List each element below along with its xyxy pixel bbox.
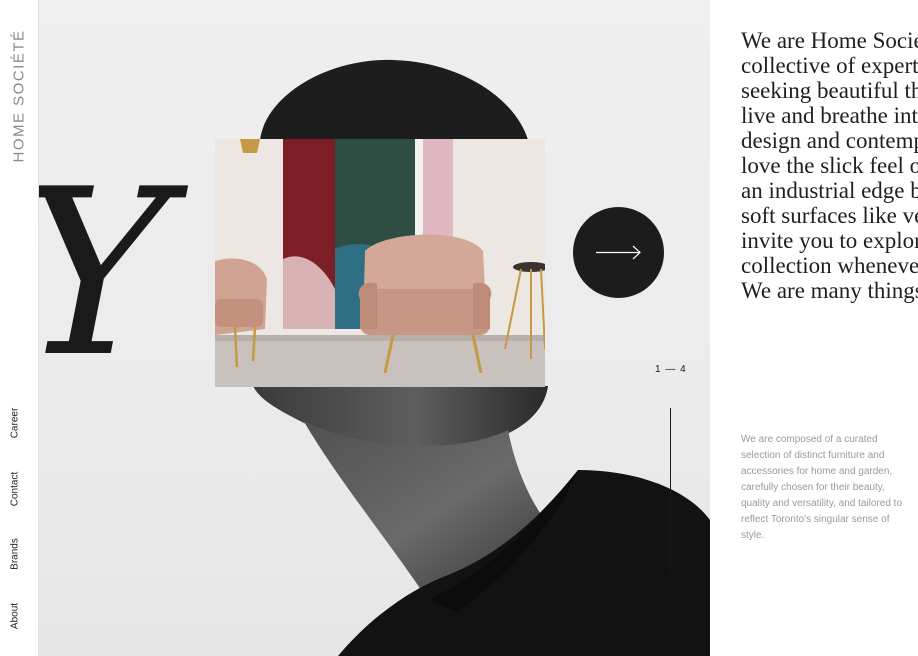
arrow-right-icon <box>596 245 641 260</box>
nav-item-brands[interactable]: Brands <box>10 538 21 570</box>
furniture-photo <box>215 139 545 387</box>
nav-item-career[interactable]: Career <box>10 408 21 439</box>
brand-logo[interactable]: HOME SOCIÉTÉ <box>11 29 28 162</box>
page: HOME SOCIÉTÉ Career Contact Brands About… <box>0 0 918 656</box>
intro-text: We are Home Société, a collective of exp… <box>741 28 918 303</box>
slide-pager: 1 — 4 <box>655 364 687 375</box>
hero-section: Y <box>38 0 710 656</box>
nav-item-about[interactable]: About <box>10 603 21 629</box>
description-text: We are composed of a curated selection o… <box>741 434 903 541</box>
sidebar: HOME SOCIÉTÉ Career Contact Brands About <box>0 0 39 656</box>
pager-divider <box>670 408 671 574</box>
nav-item-contact[interactable]: Contact <box>10 472 21 506</box>
next-slide-button[interactable] <box>573 207 664 298</box>
